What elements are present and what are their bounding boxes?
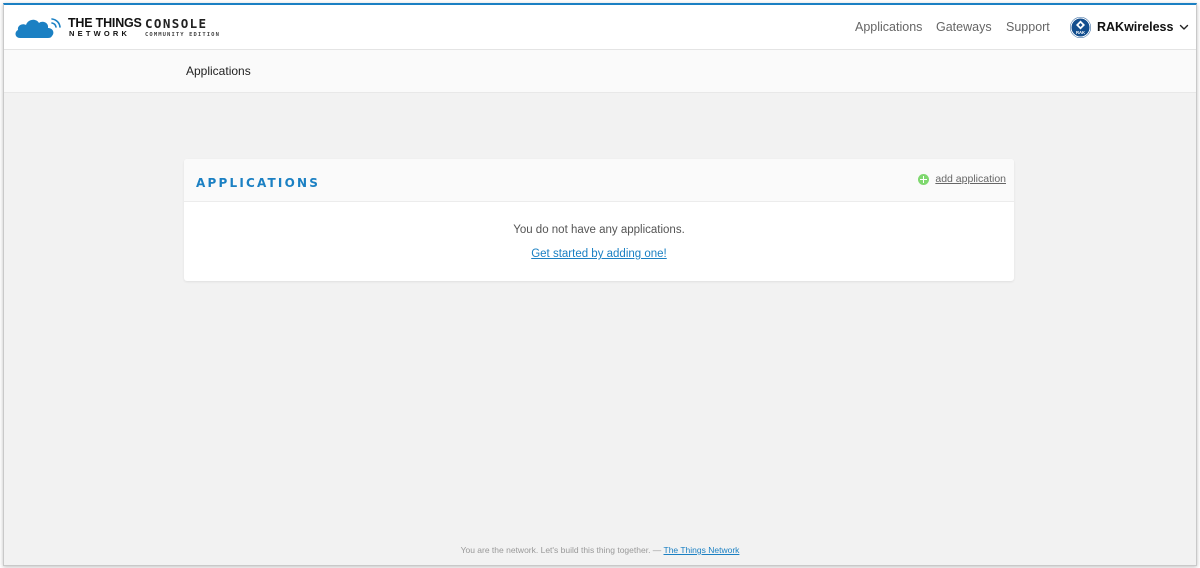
applications-card: APPLICATIONS add application You do not … [184,159,1014,281]
ttn-logo[interactable]: THE THINGS NETWORK [14,13,142,41]
rak-logo-icon: RAK [1070,17,1091,37]
avatar: RAK [1070,16,1091,38]
avatar-text: RAK [1076,30,1085,35]
console-title: CONSOLE COMMUNITY EDITION [145,16,220,38]
applications-title: APPLICATIONS [196,176,321,190]
chevron-down-icon [1180,24,1189,30]
user-name: RAKwireless [1097,20,1174,34]
empty-state-message: You do not have any applications. [513,224,685,236]
nav-gateways[interactable]: Gateways [936,5,992,49]
logo-wordmark: THE THINGS NETWORK [68,15,142,38]
user-menu[interactable]: RAK RAKwireless [1070,15,1189,39]
add-application-label: add application [935,173,1006,185]
plus-circle-icon [918,173,930,185]
footer: You are the network. Let's build this th… [4,545,1196,555]
nav-support[interactable]: Support [1006,5,1050,49]
logo-line-1: THE THINGS [68,15,142,30]
footer-ttn-link[interactable]: The Things Network [664,545,740,555]
breadcrumb-current[interactable]: Applications [186,50,251,92]
top-navigation-bar: THE THINGS NETWORK CONSOLE COMMUNITY EDI… [4,5,1196,50]
add-application-button[interactable]: add application [918,173,1006,185]
get-started-container: Get started by adding one! [184,248,1014,260]
nav-applications[interactable]: Applications [855,5,922,49]
logo-line-2: NETWORK [69,29,131,38]
cloud-signal-icon [15,18,61,38]
breadcrumb: Applications [4,50,1196,93]
get-started-link[interactable]: Get started by adding one! [531,248,667,260]
console-subtitle: COMMUNITY EDITION [145,31,220,38]
browser-window: THE THINGS NETWORK CONSOLE COMMUNITY EDI… [3,3,1197,566]
footer-text: You are the network. Let's build this th… [460,545,664,555]
applications-card-header: APPLICATIONS add application [184,159,1014,202]
console-title-text: CONSOLE [145,16,208,31]
